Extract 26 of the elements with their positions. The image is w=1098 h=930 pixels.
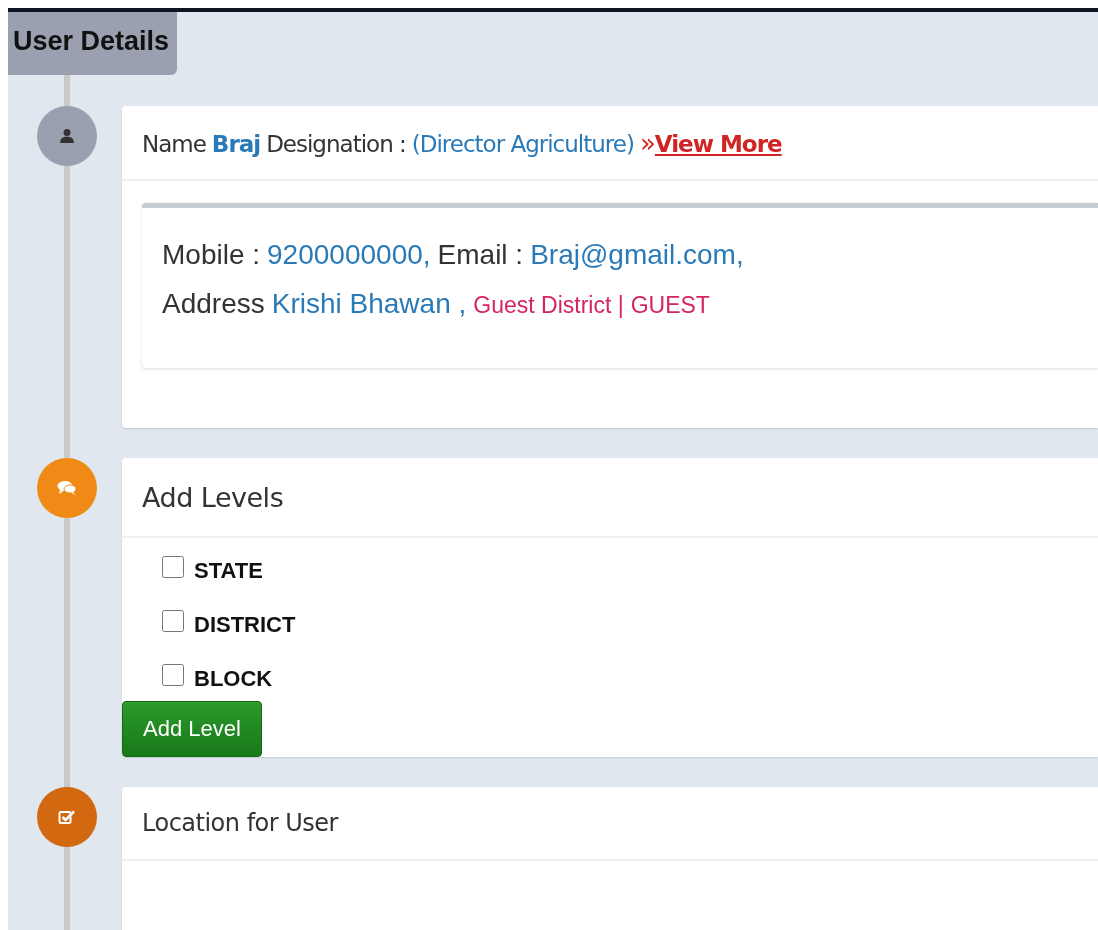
role-value: GUEST	[630, 291, 710, 320]
level-checkbox[interactable]	[162, 664, 184, 686]
level-checkbox[interactable]	[162, 556, 184, 578]
section-title: Location for User	[142, 809, 338, 837]
designation-value: (Director Agriculture)	[411, 130, 634, 157]
add-level-button[interactable]: Add Level	[122, 701, 262, 757]
user-icon	[59, 128, 75, 144]
user-name: Braj	[211, 130, 261, 157]
mobile-value: 9200000000,	[267, 238, 431, 272]
designation-label: Designation :	[266, 130, 406, 157]
name-label: Name	[142, 130, 206, 157]
level-label: DISTRICT	[194, 612, 296, 638]
address-label: Address	[162, 287, 265, 321]
section-title: Add Levels	[142, 481, 284, 513]
level-label: STATE	[194, 558, 263, 584]
mobile-label: Mobile :	[162, 238, 261, 272]
view-more-link[interactable]: View More	[654, 130, 782, 157]
email-label: Email :	[437, 238, 524, 272]
chevron-icon: »	[639, 127, 655, 158]
district-value: Guest District |	[473, 291, 624, 320]
level-label: BLOCK	[194, 666, 273, 692]
checkbox-icon	[58, 809, 76, 825]
chat-bubbles-icon	[57, 480, 77, 496]
email-value: Braj@gmail.com,	[530, 238, 744, 272]
address-value: Krishi Bhawan ,	[271, 287, 467, 321]
level-checkbox[interactable]	[162, 610, 184, 632]
